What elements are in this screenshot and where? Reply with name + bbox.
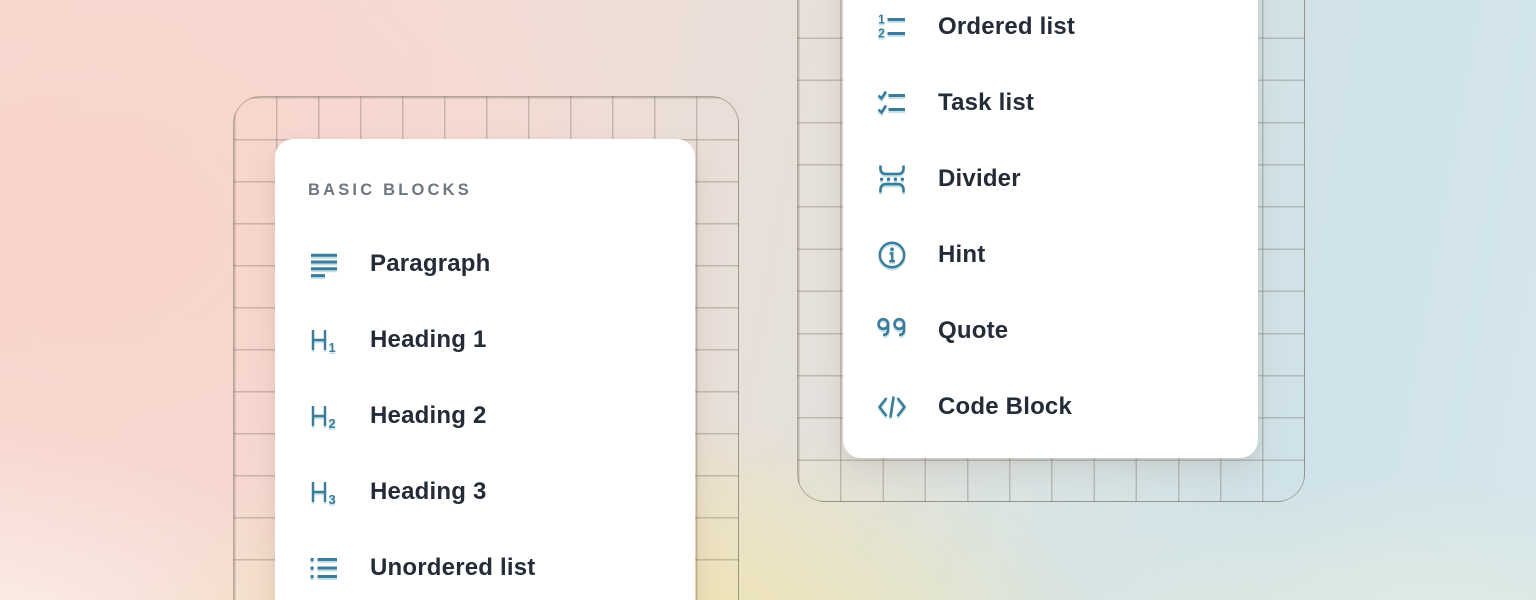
list-item-h1[interactable]: 1 Heading 1 (275, 302, 695, 378)
list-item-label: Paragraph (370, 252, 491, 276)
basic-blocks-card: BASIC BLOCKS Paragraph 1 Heading 1 2 Heading… (275, 139, 695, 600)
h2-icon: 2 (307, 399, 341, 433)
svg-text:2: 2 (878, 27, 885, 41)
list-item-paragraph[interactable]: Paragraph (275, 226, 695, 302)
svg-text:1: 1 (329, 340, 336, 355)
list-item-label: Task list (938, 91, 1034, 115)
h3-icon: 3 (307, 475, 341, 509)
list-item-ordered-list[interactable]: 12 Ordered list (843, 0, 1258, 65)
block-menu-screen: BASIC BLOCKS Paragraph 1 Heading 1 2 Heading… (0, 0, 1536, 600)
list-item-unordered-list[interactable]: Unordered list (275, 530, 695, 600)
advanced-blocks-list: 12 Ordered list Task list Divider Hint Quote C… (843, 0, 1258, 445)
list-item-label: Quote (938, 319, 1008, 343)
task-list-icon (875, 86, 909, 120)
svg-text:3: 3 (329, 492, 336, 507)
svg-text:2: 2 (329, 416, 336, 431)
list-item-label: Code Block (938, 395, 1072, 419)
basic-blocks-title: BASIC BLOCKS (308, 179, 695, 201)
svg-text:1: 1 (878, 13, 885, 27)
hint-icon (875, 238, 909, 272)
list-item-quote[interactable]: Quote (843, 293, 1258, 369)
list-item-h2[interactable]: 2 Heading 2 (275, 378, 695, 454)
list-item-divider[interactable]: Divider (843, 141, 1258, 217)
list-item-label: Heading 2 (370, 404, 487, 428)
advanced-blocks-card: 12 Ordered list Task list Divider Hint Quote C… (843, 0, 1258, 458)
list-item-h3[interactable]: 3 Heading 3 (275, 454, 695, 530)
divider-icon (875, 162, 909, 196)
list-item-task-list[interactable]: Task list (843, 65, 1258, 141)
paragraph-icon (307, 247, 341, 281)
list-item-label: Heading 3 (370, 480, 487, 504)
unordered-list-icon (307, 551, 341, 585)
list-item-label: Unordered list (370, 556, 536, 580)
list-item-label: Hint (938, 243, 985, 267)
code-block-icon (875, 390, 909, 424)
list-item-hint[interactable]: Hint (843, 217, 1258, 293)
list-item-label: Ordered list (938, 15, 1075, 39)
list-item-label: Heading 1 (370, 328, 487, 352)
list-item-label: Divider (938, 167, 1021, 191)
ordered-list-icon: 12 (875, 10, 909, 44)
h1-icon: 1 (307, 323, 341, 357)
basic-blocks-list: Paragraph 1 Heading 1 2 Heading 2 3 Heading 3 U… (275, 226, 695, 600)
quote-icon (875, 314, 909, 348)
list-item-code-block[interactable]: Code Block (843, 369, 1258, 445)
